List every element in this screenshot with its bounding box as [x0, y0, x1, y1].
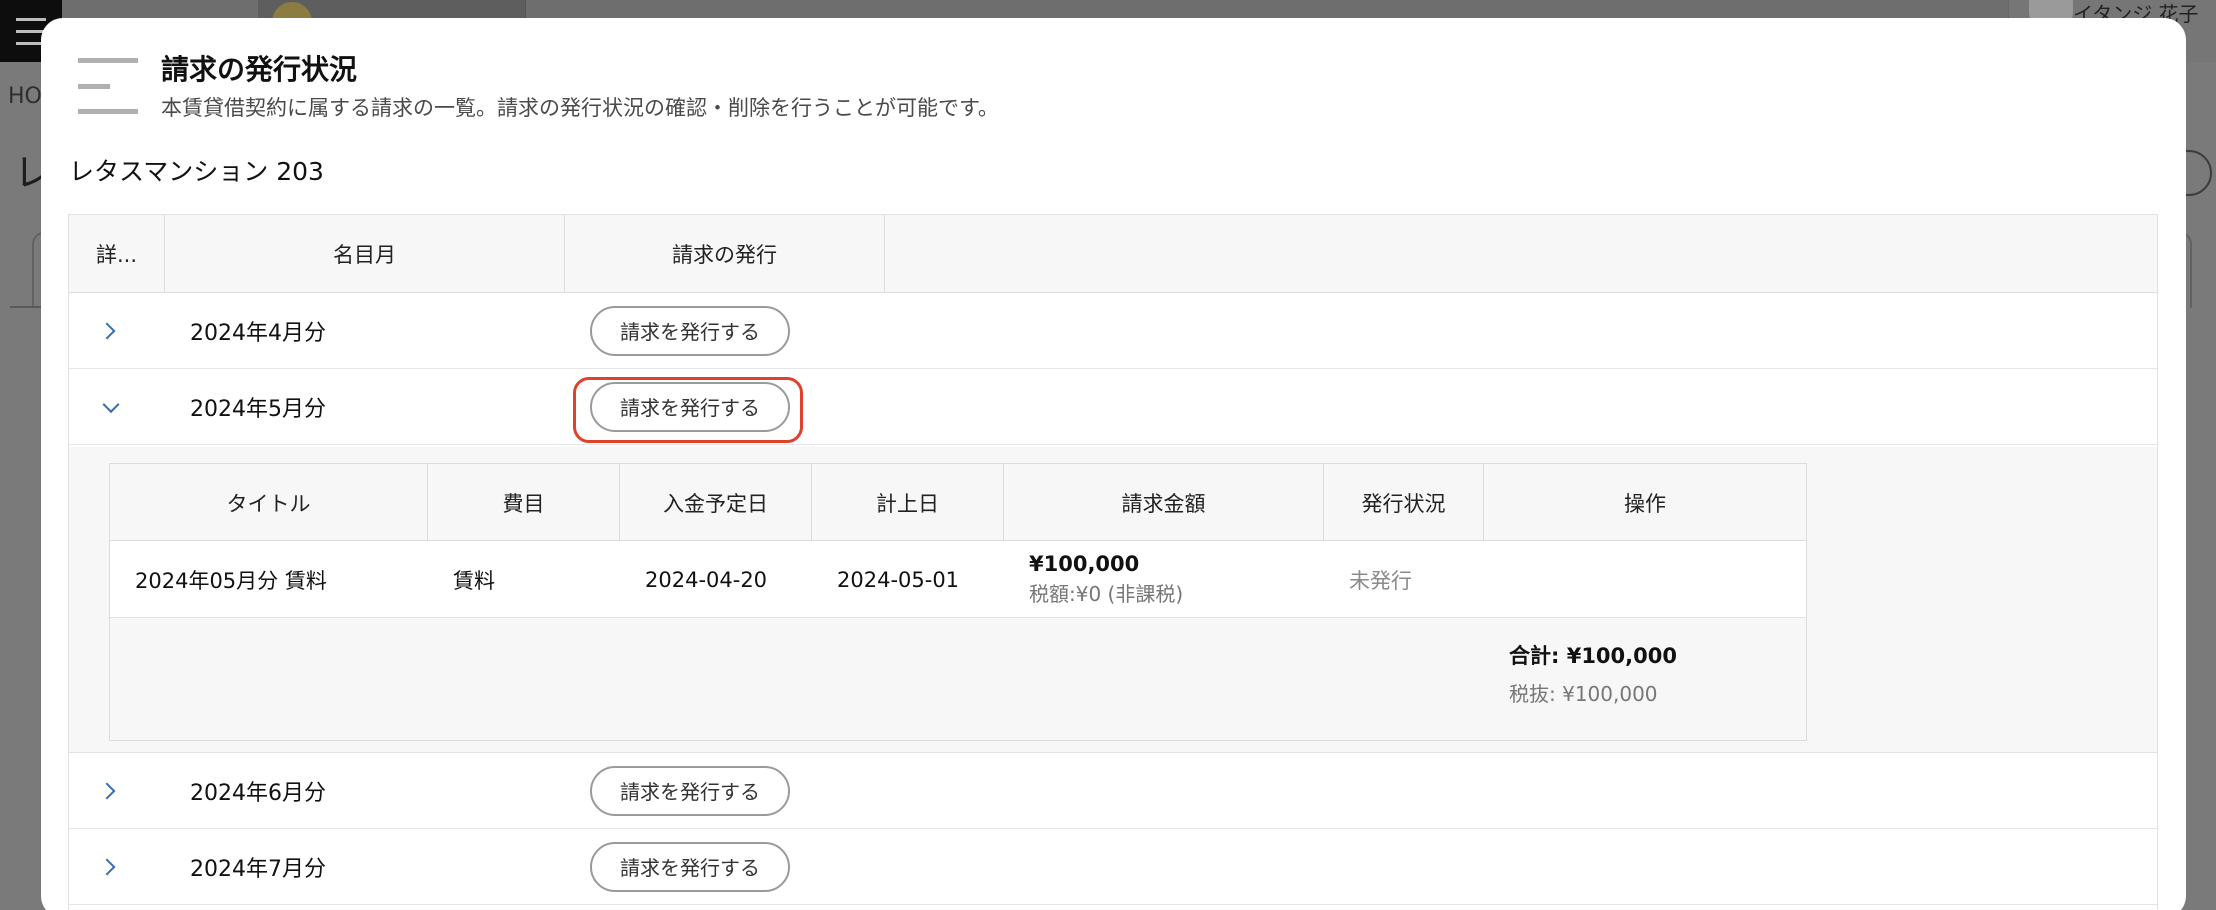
- chevron-right-icon[interactable]: [98, 858, 116, 875]
- header-actions: 操作: [1624, 491, 1666, 516]
- header-details: 詳...: [69, 215, 165, 293]
- invoice-amount: ¥100,000: [1029, 552, 1140, 576]
- background-breadcrumb: HO: [8, 84, 42, 109]
- header-title: タイトル: [110, 464, 428, 541]
- detail-row: 2024年05月分 賃料 賃料 2024-04-20 2024-05-01 ¥1…: [110, 541, 1806, 618]
- invoice-item: 賃料: [453, 568, 495, 593]
- header-due-date: 入金予定日: [620, 464, 812, 541]
- header-status: 発行状況: [1324, 464, 1484, 541]
- issue-invoice-button[interactable]: 請求を発行する: [590, 765, 790, 816]
- invoice-detail-panel: タイトル 費目 入金予定日 計上日 請求金額 発行状況 操作 2024年05月分…: [69, 447, 2157, 753]
- header-issue: 請求の発行: [565, 215, 885, 293]
- table-header: 詳... 名目月 請求の発行: [69, 215, 2157, 293]
- invoice-amount-cell: ¥100,000 税額:¥0 (非課税): [1029, 541, 1183, 618]
- table-row: 2024年4月分 請求を発行する: [69, 293, 2157, 369]
- record-date: 2024-05-01: [837, 567, 960, 592]
- property-name: レタスマンション 203: [69, 157, 324, 186]
- background-divider: [10, 306, 42, 308]
- chevron-right-icon[interactable]: [98, 782, 116, 799]
- table-row: 2024年5月分 請求を発行する: [69, 369, 2157, 445]
- month-label: 2024年7月分: [190, 856, 326, 882]
- chevron-right-icon[interactable]: [98, 322, 116, 339]
- invoice-table: 詳... 名目月 請求の発行 2024年4月分 請求を発行する 2024年5月分…: [68, 214, 2158, 910]
- invoice-detail-table: タイトル 費目 入金予定日 計上日 請求金額 発行状況 操作 2024年05月分…: [109, 463, 1807, 741]
- table-row: 2024年7月分 請求を発行する: [69, 829, 2157, 905]
- total-excluding-tax: 税抜: ¥100,000: [1509, 682, 1658, 706]
- invoice-title: 2024年05月分 賃料: [135, 568, 327, 593]
- header-item: 費目: [428, 464, 620, 541]
- due-date: 2024-04-20: [645, 567, 768, 592]
- month-label: 2024年4月分: [190, 320, 326, 346]
- issue-invoice-button[interactable]: 請求を発行する: [590, 841, 790, 892]
- modal-title: 請求の発行状況: [161, 53, 358, 86]
- modal-description: 本賃貸借契約に属する請求の一覧。請求の発行状況の確認・削除を行うことが可能です。: [161, 96, 999, 120]
- invoice-status-modal: 請求の発行状況 本賃貸借契約に属する請求の一覧。請求の発行状況の確認・削除を行う…: [41, 18, 2186, 910]
- table-row: 2024年6月分 請求を発行する: [69, 753, 2157, 829]
- issue-status: 未発行: [1349, 568, 1412, 593]
- month-label: 2024年6月分: [190, 780, 326, 806]
- chevron-down-icon[interactable]: [102, 395, 120, 413]
- header-record-date: 計上日: [812, 464, 1004, 541]
- month-label: 2024年5月分: [190, 396, 326, 422]
- list-icon: [78, 58, 138, 114]
- totals: 合計: ¥100,000 税抜: ¥100,000: [1509, 640, 1677, 707]
- header-month: 名目月: [165, 215, 565, 293]
- issue-invoice-button[interactable]: 請求を発行する: [590, 381, 790, 432]
- total-amount: 合計: ¥100,000: [1509, 644, 1677, 668]
- header-amount: 請求金額: [1004, 464, 1324, 541]
- detail-header: タイトル 費目 入金予定日 計上日 請求金額 発行状況 操作: [110, 464, 1806, 541]
- issue-invoice-button[interactable]: 請求を発行する: [590, 305, 790, 356]
- tax-amount: 税額:¥0 (非課税): [1029, 582, 1184, 606]
